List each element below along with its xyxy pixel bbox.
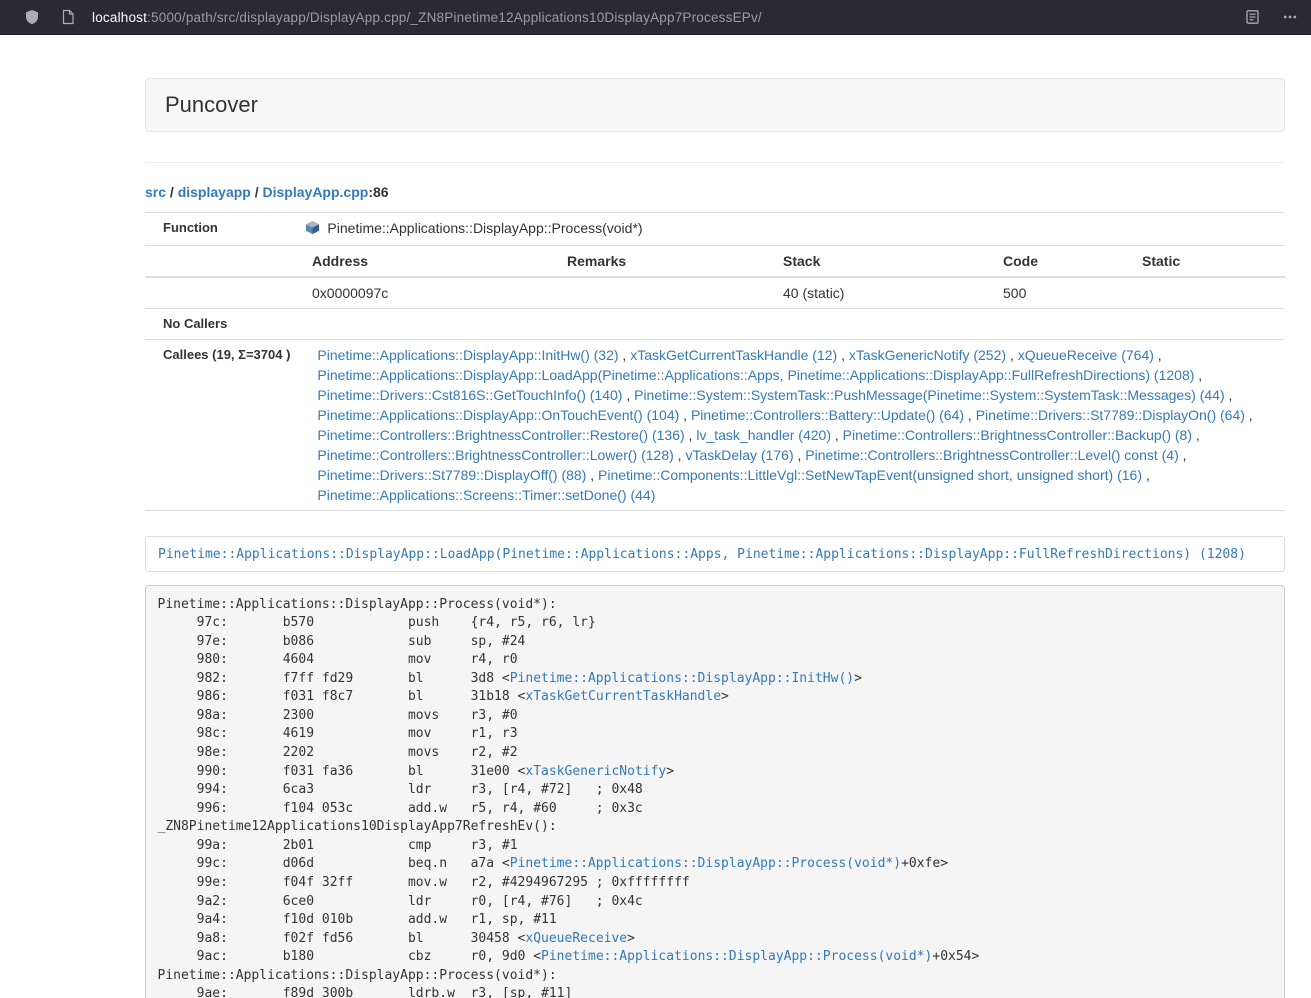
metrics-value-row: 0x0000097c 40 (static) 500 <box>145 277 1285 308</box>
callee-link[interactable]: Pinetime::Applications::DisplayApp::Init… <box>317 347 618 363</box>
value-code: 500 <box>981 277 1120 308</box>
callee-link[interactable]: Pinetime::Controllers::BrightnessControl… <box>317 427 684 443</box>
url-path: :5000/path/src/displayapp/DisplayApp.cpp… <box>147 10 762 25</box>
callee-link[interactable]: xTaskGetCurrentTaskHandle (12) <box>630 347 837 363</box>
breadcrumb-link[interactable]: displayapp <box>178 184 251 200</box>
code-symbol-link[interactable]: Pinetime::Applications::DisplayApp::Proc… <box>510 856 901 871</box>
callees-cell: Pinetime::Applications::DisplayApp::Init… <box>295 340 1285 511</box>
browser-toolbar: localhost:5000/path/src/displayapp/Displ… <box>0 0 1311 35</box>
function-name-cell: Pinetime::Applications::DisplayApp::Proc… <box>295 213 1285 246</box>
column-code: Code <box>981 246 1120 277</box>
highlighted-callee-link[interactable]: Pinetime::Applications::DisplayApp::Load… <box>158 547 1246 562</box>
callee-link[interactable]: Pinetime::Drivers::St7789::DisplayOff() … <box>317 467 586 483</box>
symbol-info-table: Function Pinetime::Applications::Display… <box>145 212 1285 511</box>
reader-view-icon[interactable] <box>1240 5 1264 29</box>
app-title: Puncover <box>165 92 258 117</box>
code-symbol-link[interactable]: Pinetime::Applications::DisplayApp::Init… <box>510 671 854 686</box>
column-static: Static <box>1120 246 1285 277</box>
url-text: localhost:5000/path/src/displayapp/Displ… <box>92 10 762 25</box>
divider <box>145 162 1285 163</box>
more-actions-icon[interactable] <box>1278 5 1302 29</box>
value-stack: 40 (static) <box>761 277 981 308</box>
code-symbol-link[interactable]: xTaskGetCurrentTaskHandle <box>525 689 721 704</box>
callee-link[interactable]: Pinetime::Controllers::Battery::Update()… <box>691 407 964 423</box>
callee-link[interactable]: Pinetime::Controllers::BrightnessControl… <box>317 447 673 463</box>
highlighted-callee-box: Pinetime::Applications::DisplayApp::Load… <box>145 536 1285 572</box>
callee-link[interactable]: Pinetime::Applications::DisplayApp::Load… <box>317 367 1194 383</box>
app-title-panel: Puncover <box>145 78 1285 132</box>
callee-link[interactable]: vTaskDelay (176) <box>685 447 793 463</box>
no-callers-cell <box>295 309 1285 340</box>
callee-link[interactable]: Pinetime::Drivers::Cst816S::GetTouchInfo… <box>317 387 622 403</box>
callee-link[interactable]: xQueueReceive (764) <box>1018 347 1154 363</box>
value-remarks <box>545 277 761 308</box>
spacer-cell <box>145 277 290 308</box>
toolbar-right-icons <box>1226 5 1302 29</box>
callee-link[interactable]: Pinetime::Applications::Screens::Timer::… <box>317 487 655 503</box>
callees-label: Callees (19, Σ=3704 ) <box>145 340 295 511</box>
breadcrumb-link[interactable]: DisplayApp.cpp <box>263 184 369 200</box>
page-content: Puncover src / displayapp / DisplayApp.c… <box>145 78 1285 998</box>
function-row: Function Pinetime::Applications::Display… <box>145 213 1285 246</box>
url-bar[interactable]: localhost:5000/path/src/displayapp/Displ… <box>56 2 1226 32</box>
code-symbol-link[interactable]: xTaskGenericNotify <box>525 764 666 779</box>
callees-row: Callees (19, Σ=3704 ) Pinetime::Applicat… <box>145 340 1285 511</box>
disassembly-block: Pinetime::Applications::DisplayApp::Proc… <box>145 585 1285 998</box>
page-info-icon[interactable] <box>56 5 80 29</box>
shield-icon[interactable] <box>20 5 44 29</box>
callee-link[interactable]: Pinetime::System::SystemTask::PushMessag… <box>634 387 1225 403</box>
metrics-header-row: Address Remarks Stack Code Static <box>145 246 1285 277</box>
code-symbol-link[interactable]: xQueueReceive <box>525 931 627 946</box>
breadcrumb-line-number: :86 <box>368 184 388 200</box>
callee-link[interactable]: xTaskGenericNotify (252) <box>849 347 1006 363</box>
no-callers-label: No Callers <box>145 309 295 340</box>
callee-link[interactable]: Pinetime::Controllers::BrightnessControl… <box>805 447 1178 463</box>
callee-link[interactable]: Pinetime::Components::LittleVgl::SetNewT… <box>598 467 1142 483</box>
column-stack: Stack <box>761 246 981 277</box>
no-callers-row: No Callers <box>145 309 1285 340</box>
breadcrumb-link[interactable]: src <box>145 184 166 200</box>
breadcrumb: src / displayapp / DisplayApp.cpp:86 <box>145 182 1285 203</box>
spacer-cell <box>145 246 290 277</box>
value-static <box>1120 277 1285 308</box>
column-address: Address <box>290 246 545 277</box>
callee-link[interactable]: lv_task_handler (420) <box>696 427 831 443</box>
callee-link[interactable]: Pinetime::Drivers::St7789::DisplayOn() (… <box>976 407 1245 423</box>
metrics-table: Address Remarks Stack Code Static 0x0000… <box>145 246 1285 308</box>
metrics-cell: Address Remarks Stack Code Static 0x0000… <box>145 246 1285 309</box>
url-host: localhost <box>92 10 147 25</box>
function-row-label: Function <box>145 213 295 246</box>
function-name: Pinetime::Applications::DisplayApp::Proc… <box>327 220 642 236</box>
callee-link[interactable]: Pinetime::Controllers::BrightnessControl… <box>843 427 1192 443</box>
callee-link[interactable]: Pinetime::Applications::DisplayApp::OnTo… <box>317 407 679 423</box>
function-icon <box>305 220 320 240</box>
value-address: 0x0000097c <box>290 277 545 308</box>
column-remarks: Remarks <box>545 246 761 277</box>
metrics-row: Address Remarks Stack Code Static 0x0000… <box>145 246 1285 309</box>
code-symbol-link[interactable]: Pinetime::Applications::DisplayApp::Proc… <box>541 949 932 964</box>
